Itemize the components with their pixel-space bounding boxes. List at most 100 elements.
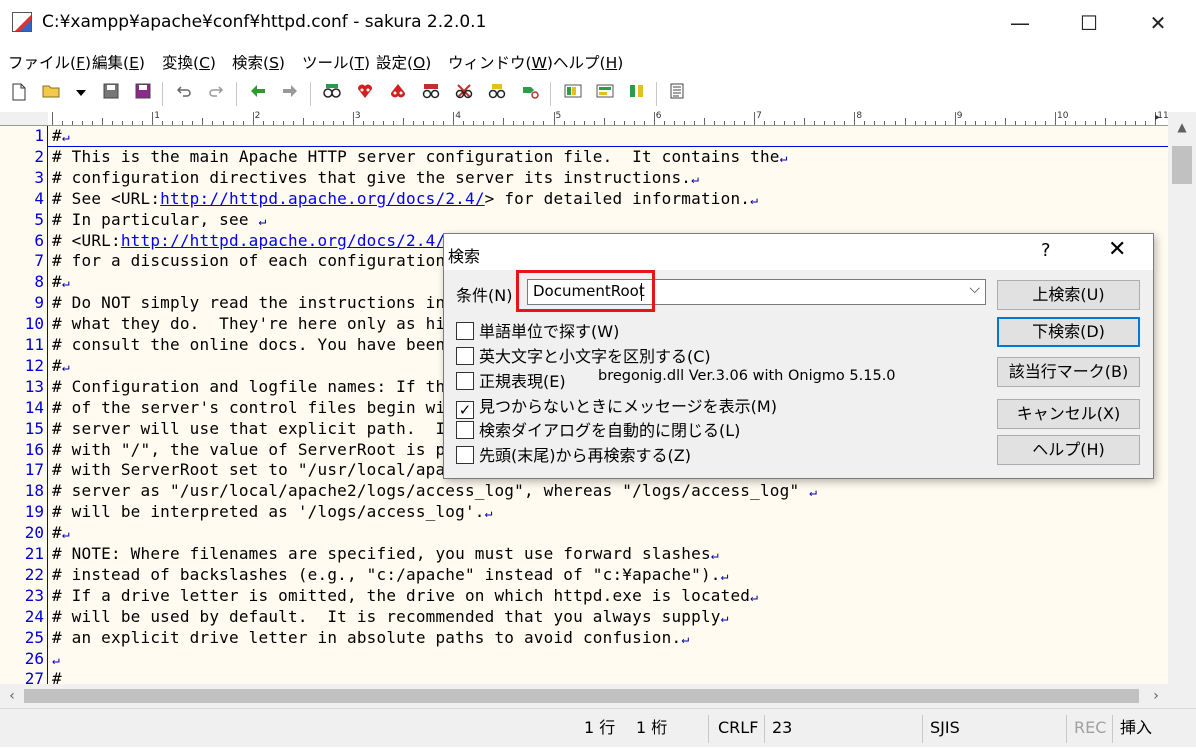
search-icon[interactable] (321, 83, 343, 105)
search-next-icon[interactable] (354, 83, 376, 105)
code-line[interactable]: # configuration directives that give the… (52, 168, 699, 191)
url-link[interactable]: http://httpd.apache.org/docs/2.4/ (160, 189, 484, 208)
status-insert-mode[interactable]: 挿入 (1120, 709, 1152, 748)
menu-help[interactable]: ヘルプ(H) (553, 51, 623, 73)
vertical-scroll-thumb[interactable] (1172, 146, 1192, 184)
bookmark-icon[interactable] (519, 83, 541, 105)
menu-window[interactable]: ウィンドウ(W) (448, 51, 553, 73)
menu-tools[interactable]: ツール(T) (302, 51, 370, 73)
ruler-tick (82, 121, 84, 125)
status-encoding[interactable]: SJIS (930, 709, 960, 748)
ruler-tick (1105, 118, 1107, 125)
scrollbar-corner (1168, 684, 1196, 708)
minimize-button[interactable]: — (997, 0, 1043, 46)
checkbox[interactable] (456, 347, 474, 365)
open-folder-icon[interactable] (41, 83, 63, 105)
code-line[interactable]: #↵ (52, 523, 70, 546)
status-line: 1 行 (584, 718, 616, 737)
menu-file[interactable]: ファイル(F) (8, 51, 91, 73)
line-text: # will be used by default. It is recomme… (52, 606, 721, 626)
checkbox[interactable] (456, 322, 474, 340)
ruler-tick (774, 121, 776, 125)
ruler-tick (232, 121, 234, 125)
option-auto-close[interactable]: 検索ダイアログを自動的に閉じる(L) (456, 417, 740, 440)
menu-search[interactable]: 検索(S) (232, 51, 285, 73)
tag-jump-icon[interactable] (562, 83, 584, 105)
scroll-right-icon[interactable]: › (1146, 684, 1166, 708)
outline-icon[interactable] (594, 83, 616, 105)
ruler-tick (804, 118, 806, 125)
ruler-tick (1145, 121, 1147, 125)
option-case-sensitive[interactable]: 英大文字と小文字を区別する(C) (456, 343, 711, 366)
code-line[interactable]: # server as "/usr/local/apache2/logs/acc… (52, 481, 817, 504)
code-line[interactable]: # NOTE: Where filenames are specified, y… (52, 544, 719, 567)
code-line[interactable]: # In particular, see ↵ (52, 210, 267, 233)
grep-icon[interactable] (486, 83, 508, 105)
code-line[interactable]: # This is the main Apache HTTP server co… (52, 147, 788, 170)
line-text: # (52, 669, 62, 684)
search-up-button[interactable]: 上検索(U) (997, 280, 1140, 310)
close-button[interactable]: ✕ (1135, 0, 1181, 46)
maximize-button[interactable]: ☐ (1066, 0, 1112, 46)
vertical-scrollbar[interactable]: ▲ (1168, 112, 1196, 684)
jump-forward-icon[interactable] (279, 83, 301, 105)
option-wrap-search[interactable]: 先頭(末尾)から再検索する(Z) (456, 442, 691, 465)
chevron-down-icon[interactable]: ⌵ (969, 281, 980, 297)
horizontal-scroll-thumb[interactable] (24, 689, 1139, 703)
line-number: 19 (24, 502, 44, 522)
code-line[interactable]: # (52, 669, 62, 684)
code-line[interactable]: # If a drive letter is omitted, the driv… (52, 586, 758, 609)
search-down-button[interactable]: 下検索(D) (997, 317, 1140, 347)
menu-edit[interactable]: 編集(E) (92, 51, 145, 73)
code-line[interactable]: # will be interpreted as '/logs/access_l… (52, 502, 493, 525)
ruler-tick (382, 121, 384, 125)
dialog-help-icon[interactable]: ? (1041, 240, 1051, 261)
new-file-icon[interactable] (8, 83, 30, 105)
help-button[interactable]: ヘルプ(H) (997, 435, 1140, 465)
redo-icon[interactable] (205, 83, 227, 105)
option-show-not-found[interactable]: ✓ 見つからないときにメッセージを表示(M) (456, 393, 777, 419)
ruler-tick (994, 121, 996, 125)
horizontal-scrollbar[interactable]: ‹ › (0, 684, 1168, 708)
incremental-search-icon[interactable] (453, 83, 475, 105)
settings-icon[interactable] (667, 83, 689, 105)
dialog-close-icon[interactable]: ✕ (1108, 237, 1126, 262)
replace-icon[interactable] (420, 83, 442, 105)
code-line[interactable]: # will be used by default. It is recomme… (52, 607, 729, 630)
scroll-up-icon[interactable]: ▲ (1168, 112, 1196, 142)
cancel-button[interactable]: キャンセル(X) (997, 399, 1140, 429)
ruler-tick (182, 121, 184, 125)
checkbox[interactable] (456, 446, 474, 464)
jump-back-icon[interactable] (247, 83, 269, 105)
open-dropdown-icon[interactable] (70, 83, 92, 105)
option-word-unit[interactable]: 単語単位で探す(W) (456, 318, 619, 341)
compare-icon[interactable] (626, 83, 648, 105)
ruler-tick (433, 121, 435, 125)
mark-lines-button[interactable]: 該当行マーク(B) (997, 357, 1140, 387)
search-prev-icon[interactable] (387, 83, 409, 105)
menu-settings[interactable]: 設定(O) (376, 51, 431, 73)
line-number: 26 (24, 648, 44, 668)
save-icon[interactable] (100, 83, 122, 105)
eol-icon: ↵ (484, 506, 493, 522)
code-line[interactable]: # an explicit drive letter in absolute p… (52, 628, 689, 651)
code-line[interactable]: ↵ (52, 649, 60, 672)
save-all-icon[interactable] (132, 83, 154, 105)
dialog-title-bar: 検索 ? ✕ (444, 234, 1153, 270)
option-regex[interactable]: 正規表現(E) (456, 368, 566, 391)
scroll-left-icon[interactable]: ‹ (2, 684, 22, 708)
checkbox[interactable] (456, 372, 474, 390)
ruler-tick (252, 112, 254, 125)
code-line[interactable]: #↵ (52, 126, 70, 149)
undo-icon[interactable] (173, 83, 195, 105)
code-line[interactable]: #↵ (52, 356, 70, 379)
status-eol[interactable]: CRLF (718, 709, 758, 748)
ruler-tick (483, 121, 485, 125)
code-line[interactable]: # See <URL:http://httpd.apache.org/docs/… (52, 189, 758, 212)
checkbox[interactable] (456, 421, 474, 439)
menu-convert[interactable]: 変換(C) (162, 51, 216, 73)
code-line[interactable]: #↵ (52, 272, 70, 295)
code-line[interactable]: # instead of backslashes (e.g., "c:/apac… (52, 565, 729, 588)
eol-icon: ↵ (809, 485, 818, 501)
url-link[interactable]: http://httpd.apache.org/docs/2.4/ (121, 231, 445, 250)
